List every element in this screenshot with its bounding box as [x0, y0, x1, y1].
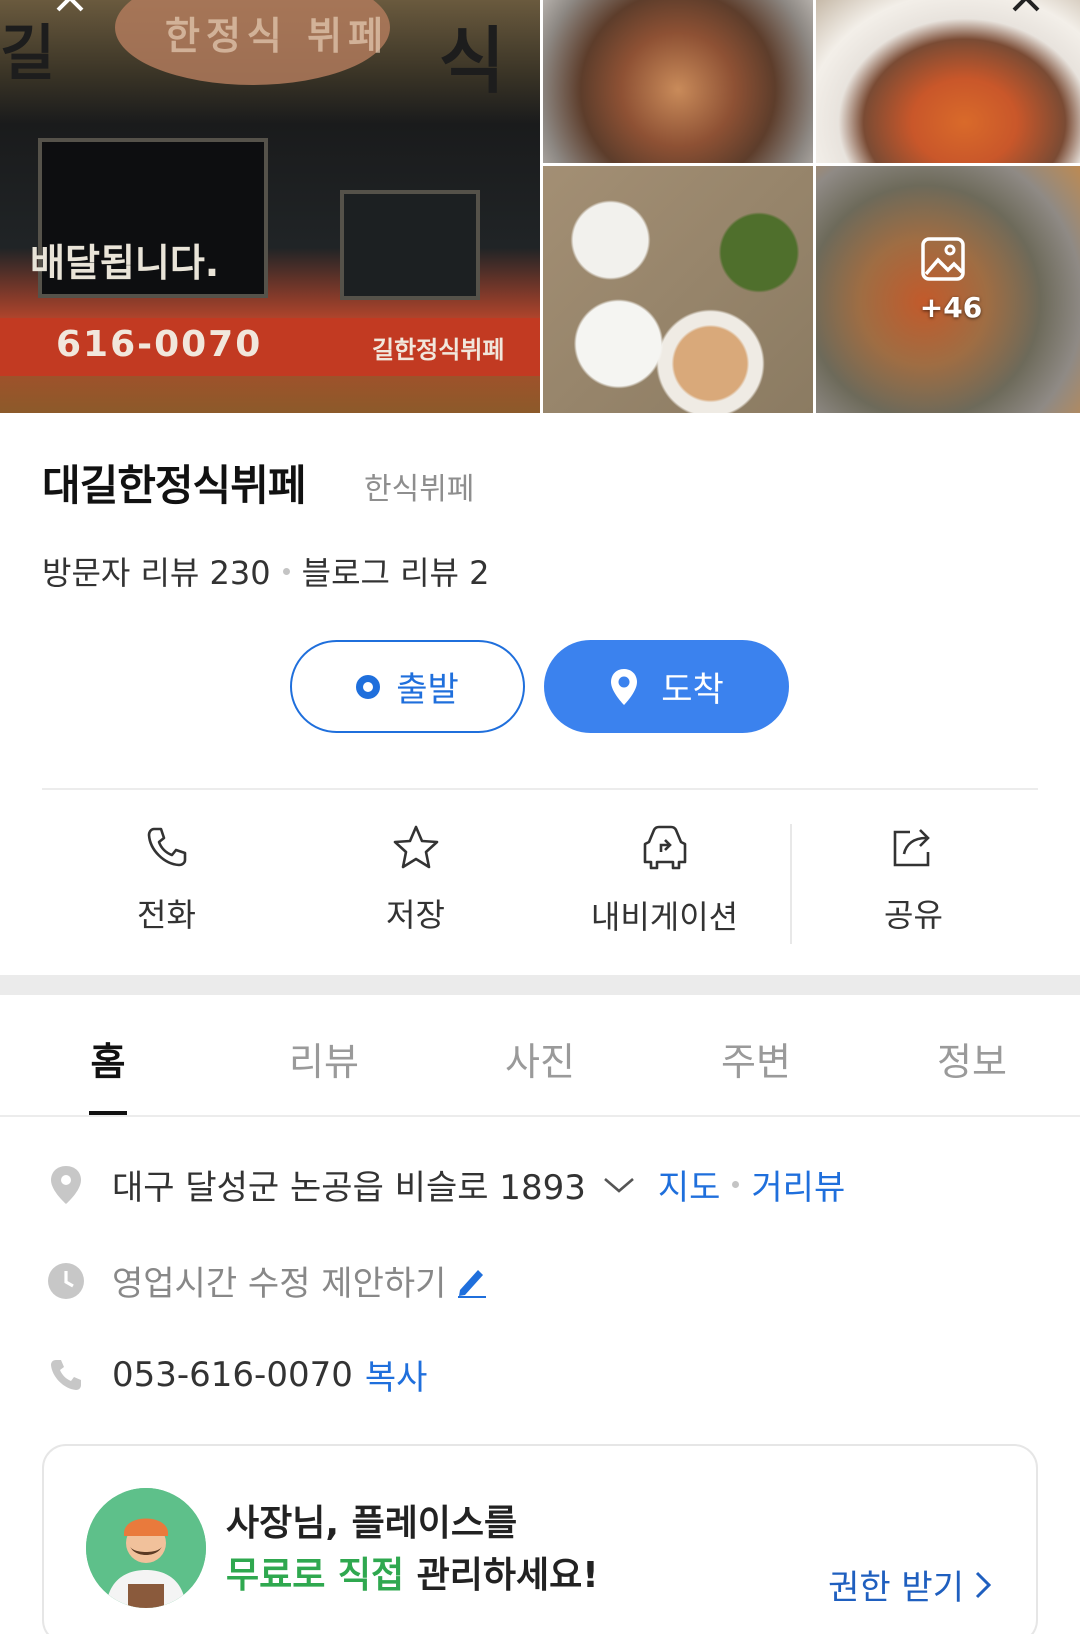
food-photo-1[interactable]	[543, 0, 813, 163]
tab-info[interactable]: 정보	[864, 995, 1080, 1115]
store-phone-text: 616-0070	[56, 324, 263, 365]
store-phone-banner: 616-0070 길한정식뷔페	[0, 318, 540, 376]
banner-headline: 사장님, 플레이스를	[226, 1503, 518, 1544]
street-view-link[interactable]: 거리뷰	[751, 1160, 845, 1209]
food-photo-2[interactable]	[816, 0, 1080, 163]
address-text: 대구 달성군 논공읍 비슬로 1893	[112, 1168, 586, 1208]
storefront-photo[interactable]: 한정식 뷔페 길 식 배달됩니다. 616-0070 길한정식뷔페	[0, 0, 540, 413]
navigation-action[interactable]: 내비게이션	[540, 806, 789, 956]
save-label: 저장	[386, 896, 445, 934]
action-row: 전화 저장 내비게이션 공유	[42, 806, 1038, 956]
place-title: 대길한정식뷔페	[42, 461, 306, 510]
review-summary: 방문자 리뷰 230 블로그 리뷰 2	[42, 548, 490, 594]
map-pin-icon	[611, 668, 638, 705]
clock-icon	[46, 1261, 86, 1301]
sign-char-right: 식	[438, 19, 505, 103]
navigation-label: 내비게이션	[590, 898, 739, 936]
back-arrow-icon[interactable]	[50, 0, 90, 28]
sign-char-left: 길	[0, 19, 56, 89]
share-label: 공유	[884, 896, 943, 934]
more-photos-count: +46	[919, 291, 983, 324]
tab-nearby[interactable]: 주변	[648, 995, 864, 1115]
store-name-small: 길한정식뷔페	[372, 336, 505, 364]
tab-reviews[interactable]: 리뷰	[216, 995, 432, 1115]
star-icon	[393, 825, 438, 869]
store-door	[340, 190, 480, 300]
depart-button[interactable]: 출발	[290, 640, 525, 733]
banner-subline-rest: 관리하세요!	[404, 1555, 599, 1596]
arrive-button[interactable]: 도착	[544, 640, 789, 733]
phone-number: 053-616-0070	[112, 1354, 353, 1395]
close-arrow-icon[interactable]	[1006, 0, 1046, 28]
chevron-down-icon[interactable]	[602, 1175, 636, 1195]
separator-dot	[732, 1181, 740, 1188]
divider	[42, 788, 1038, 790]
arrive-label: 도착	[661, 670, 724, 710]
claim-ownership-label: 권한 받기	[828, 1568, 964, 1608]
chevron-right-icon	[975, 1571, 992, 1598]
more-photos-overlay[interactable]: +46	[816, 166, 1080, 413]
action-divider	[790, 824, 792, 944]
origin-dot-icon	[356, 674, 381, 699]
depart-label: 출발	[396, 670, 459, 710]
location-pin-icon	[46, 1165, 86, 1205]
phone-row: 053-616-0070 복사	[46, 1350, 427, 1399]
phone-small-icon	[46, 1355, 86, 1395]
owner-banner[interactable]: 사장님, 플레이스를 무료로 직접 관리하세요! 권한 받기	[42, 1444, 1038, 1634]
store-sign-text: 한정식 뷔페	[165, 14, 390, 58]
hours-suggest-link[interactable]: 영업시간 수정 제안하기	[112, 1256, 446, 1305]
save-action[interactable]: 저장	[291, 806, 540, 956]
tab-home[interactable]: 홈	[0, 995, 216, 1115]
section-divider	[0, 975, 1080, 995]
pencil-edit-icon[interactable]	[456, 1264, 488, 1298]
share-action[interactable]: 공유	[789, 806, 1038, 956]
visitor-reviews-link[interactable]: 방문자 리뷰 230	[42, 548, 271, 594]
banner-subline: 무료로 직접 관리하세요!	[226, 1546, 599, 1598]
banner-highlight: 무료로 직접	[226, 1555, 405, 1596]
delivery-text: 배달됩니다.	[30, 241, 220, 285]
food-photo-more[interactable]: +46	[816, 166, 1080, 413]
copy-phone-link[interactable]: 복사	[365, 1350, 428, 1399]
claim-ownership-link[interactable]: 권한 받기	[828, 1560, 992, 1609]
address-row: 대구 달성군 논공읍 비슬로 1893 지도 거리뷰	[46, 1160, 845, 1209]
share-icon	[893, 829, 930, 867]
call-action[interactable]: 전화	[42, 806, 291, 956]
image-gallery-icon	[921, 237, 965, 281]
phone-icon	[147, 827, 186, 867]
call-label: 전화	[137, 896, 196, 934]
tab-bar: 홈 리뷰 사진 주변 정보	[0, 995, 1080, 1117]
hours-row: 영업시간 수정 제안하기	[46, 1256, 488, 1305]
blog-reviews-link[interactable]: 블로그 리뷰 2	[302, 548, 490, 594]
map-link[interactable]: 지도	[658, 1160, 721, 1209]
tab-photos[interactable]: 사진	[432, 995, 648, 1115]
photo-gallery: 한정식 뷔페 길 식 배달됩니다. 616-0070 길한정식뷔페 +46	[0, 0, 1080, 413]
separator-dot	[282, 567, 290, 575]
owner-avatar	[86, 1488, 206, 1608]
place-category: 한식뷔페	[364, 472, 475, 507]
food-photo-3[interactable]	[543, 166, 813, 413]
car-navigation-icon	[643, 825, 686, 870]
